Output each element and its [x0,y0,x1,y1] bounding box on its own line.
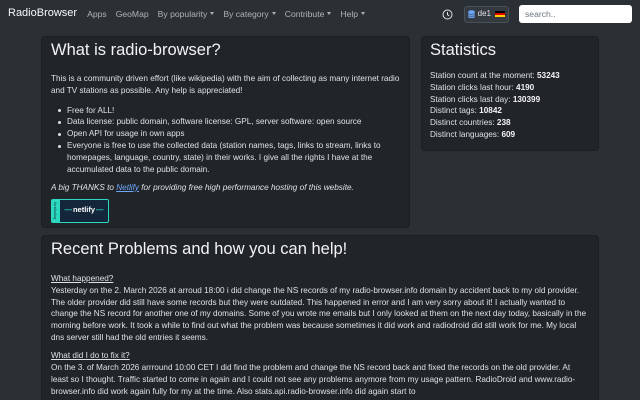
german-flag-icon [495,10,505,18]
netlify-badge-text: netlify [72,205,96,215]
search-input[interactable] [519,5,632,23]
thanks-text: A big THANKS to Netlify for providing fr… [51,182,400,194]
caret-down-icon [361,12,366,16]
nav-link-geomap[interactable]: GeoMap [116,8,149,20]
navbar: RadioBrowser Apps GeoMap By popularity B… [0,0,640,28]
stat-label: Station count at the moment: [430,70,537,80]
stat-label: Distinct tags: [430,106,480,116]
caret-down-icon [271,12,276,16]
stat-row-clicks-hour: Station clicks last hour: 4190 [430,82,590,94]
list-item: Everyone is free to use the collected da… [51,140,400,176]
nav-dropdown-label: Help [340,8,359,19]
stat-value: 238 [496,118,511,128]
nav-dropdown-label: Contribute [284,8,325,19]
stat-row-tags: Distinct tags: 10842 [430,105,590,117]
stat-label: Distinct languages: [430,130,502,140]
netlify-badge[interactable]: Deploys by — netlify — [51,198,109,223]
section-heading-what-happened: What happened? [51,273,114,283]
nav-dropdown-label: By category [223,8,269,19]
netlify-badge-side-text: Deploys by [53,202,58,220]
netlify-badge-main: — netlify — [64,205,104,215]
stat-row-countries: Distinct countries: 238 [430,117,590,129]
nav-dropdown-contribute[interactable]: Contribute [285,8,332,20]
statistics-card: Statistics Station count at the moment: … [421,36,599,151]
caret-down-icon [210,12,215,16]
feature-list: Free for ALL! Data license: public domai… [51,105,400,176]
stat-value: 130399 [512,94,541,104]
stat-row-station-count: Station count at the moment: 53243 [430,70,590,82]
navbar-right-group: de1 [442,5,632,23]
section-heading-fix: What did I do to fix it? [51,351,130,361]
stat-value: 10842 [479,106,502,116]
statistics-title: Statistics [430,41,497,59]
problems-title: Recent Problems and how you can help! [51,240,348,258]
list-item: Open API for usage in own apps [51,128,400,140]
list-item: Data license: public domain, software li… [51,116,400,128]
section-text-what-happened: Yesterday on the 2. March 2026 at arroud… [51,285,587,343]
section-text-fix: On the 3. of March 2026 arrround 10:00 C… [51,363,576,396]
recent-problems-card: Recent Problems and how you can help! Wh… [41,235,599,400]
brand-logo-text[interactable]: RadioBrowser [8,6,77,22]
stat-value: 53243 [536,70,560,80]
netlify-link[interactable]: Netlify [116,183,139,192]
clock-icon[interactable] [442,8,454,20]
stat-row-clicks-day: Station clicks last day: 130399 [430,94,590,106]
thanks-prefix: A big THANKS to [51,182,117,192]
stat-label: Station clicks last day: [430,94,513,104]
stat-label: Station clicks last hour: [430,82,517,92]
database-icon [467,9,475,18]
stat-row-languages: Distinct languages: 609 [430,129,590,141]
nav-dropdown-by-category[interactable]: By category [223,8,276,20]
intro-title: What is radio-browser? [51,41,221,59]
caret-down-icon [327,12,332,16]
server-select-button[interactable]: de1 [463,5,509,23]
stat-value: 4190 [516,82,535,92]
thanks-suffix: for providing free high performance host… [138,182,354,192]
nav-dropdown-help[interactable]: Help [340,8,366,20]
list-item: Free for ALL! [51,105,400,117]
stat-value: 609 [501,130,516,140]
nav-dropdown-label: By popularity [157,8,208,19]
stat-label: Distinct countries: [430,118,497,128]
nav-dropdown-by-popularity[interactable]: By popularity [158,8,215,20]
intro-card: What is radio-browser? This is a communi… [41,36,410,228]
server-label: de1 [477,9,491,19]
netlify-badge-side: Deploys by [52,199,60,222]
intro-paragraph: This is a community driven effort (like … [51,73,400,95]
nav-link-apps[interactable]: Apps [87,8,107,20]
